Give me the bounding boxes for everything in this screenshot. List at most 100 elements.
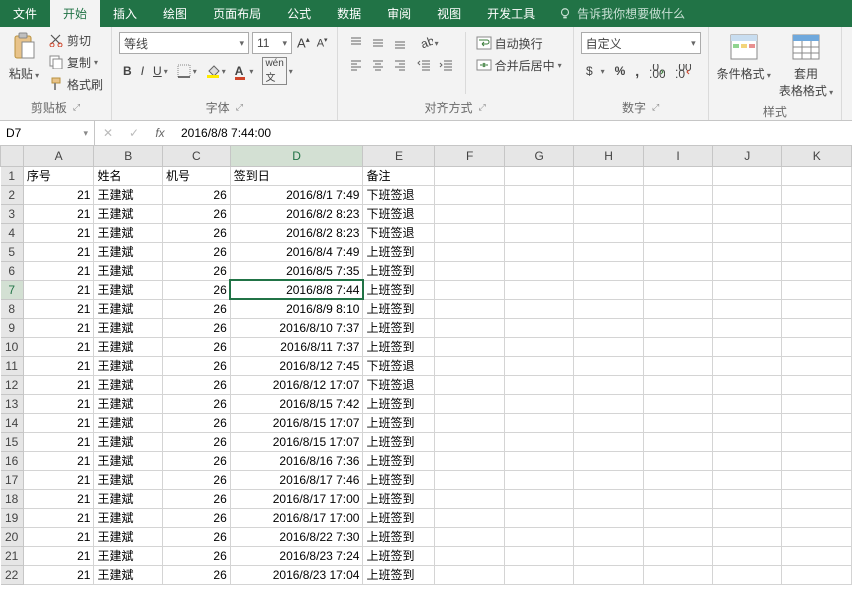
cell[interactable] <box>504 451 574 470</box>
cell[interactable]: 机号 <box>162 166 230 185</box>
cell[interactable]: 2016/8/15 17:07 <box>230 432 363 451</box>
cell[interactable]: 26 <box>162 185 230 204</box>
cell[interactable] <box>504 318 574 337</box>
cell[interactable] <box>782 394 852 413</box>
clipboard-dialog-icon[interactable]: ⤢ <box>73 102 80 113</box>
cell[interactable] <box>504 394 574 413</box>
cell[interactable]: 王建斌 <box>94 223 162 242</box>
cell[interactable] <box>713 261 782 280</box>
wrap-text-button[interactable]: 自动换行 <box>472 32 566 54</box>
cell[interactable] <box>713 470 782 489</box>
cell[interactable] <box>504 261 574 280</box>
cell[interactable] <box>574 185 643 204</box>
orientation-button[interactable]: ab▾ <box>415 32 459 54</box>
cell[interactable] <box>713 280 782 299</box>
cell[interactable]: 2016/8/23 7:24 <box>230 546 363 565</box>
cell[interactable] <box>782 299 852 318</box>
cell[interactable]: 21 <box>23 242 94 261</box>
col-header-B[interactable]: B <box>94 146 162 166</box>
cell[interactable]: 签到日 <box>230 166 363 185</box>
cell[interactable] <box>504 204 574 223</box>
cell[interactable] <box>504 432 574 451</box>
cell[interactable] <box>713 166 782 185</box>
format-painter-button[interactable]: 格式刷 <box>44 73 107 95</box>
cell[interactable] <box>782 223 852 242</box>
cell[interactable] <box>643 432 712 451</box>
cell[interactable] <box>435 508 504 527</box>
cell[interactable] <box>643 166 712 185</box>
font-name-combo[interactable]: 等线▾ <box>119 32 249 54</box>
cell[interactable]: 王建斌 <box>94 432 162 451</box>
cell[interactable]: 26 <box>162 261 230 280</box>
col-header-I[interactable]: I <box>643 146 712 166</box>
col-header-G[interactable]: G <box>504 146 574 166</box>
align-top-button[interactable] <box>345 32 367 54</box>
cell[interactable]: 2016/8/11 7:37 <box>230 337 363 356</box>
cell[interactable] <box>435 565 504 584</box>
col-header-H[interactable]: H <box>574 146 643 166</box>
cell[interactable]: 26 <box>162 508 230 527</box>
cell[interactable] <box>643 527 712 546</box>
insert-function-button[interactable]: fx <box>147 123 173 143</box>
tab-home[interactable]: 开始 <box>50 0 100 27</box>
cell[interactable] <box>782 242 852 261</box>
cell[interactable] <box>574 413 643 432</box>
cell[interactable] <box>504 470 574 489</box>
cell[interactable]: 2016/8/4 7:49 <box>230 242 363 261</box>
cell[interactable] <box>574 261 643 280</box>
increase-indent-button[interactable] <box>437 54 459 76</box>
cell[interactable] <box>643 280 712 299</box>
cell[interactable]: 王建斌 <box>94 508 162 527</box>
cell[interactable] <box>782 527 852 546</box>
border-button[interactable]: ▾ <box>173 60 201 82</box>
row-header-2[interactable]: 2 <box>1 185 24 204</box>
cell[interactable] <box>435 451 504 470</box>
cell[interactable] <box>435 527 504 546</box>
decrease-font-button[interactable]: A▾ <box>315 32 330 54</box>
cell[interactable]: 王建斌 <box>94 451 162 470</box>
cell[interactable]: 26 <box>162 565 230 584</box>
cell[interactable]: 21 <box>23 413 94 432</box>
tab-draw[interactable]: 绘图 <box>150 0 200 27</box>
name-box[interactable]: D7▾ <box>0 121 95 145</box>
cell[interactable] <box>574 432 643 451</box>
cell[interactable]: 王建斌 <box>94 261 162 280</box>
row-header-1[interactable]: 1 <box>1 166 24 185</box>
cell[interactable]: 王建斌 <box>94 394 162 413</box>
cell[interactable]: 王建斌 <box>94 299 162 318</box>
tab-insert[interactable]: 插入 <box>100 0 150 27</box>
cell[interactable] <box>713 565 782 584</box>
cell[interactable]: 21 <box>23 261 94 280</box>
cell[interactable]: 21 <box>23 356 94 375</box>
cell[interactable]: 2016/8/23 17:04 <box>230 565 363 584</box>
cell[interactable] <box>435 375 504 394</box>
cell[interactable] <box>782 356 852 375</box>
cell[interactable] <box>713 242 782 261</box>
cell[interactable] <box>435 299 504 318</box>
cell[interactable]: 2016/8/12 17:07 <box>230 375 363 394</box>
cell[interactable]: 21 <box>23 375 94 394</box>
align-center-button[interactable] <box>367 54 389 76</box>
cell[interactable] <box>643 375 712 394</box>
tab-view[interactable]: 视图 <box>424 0 474 27</box>
format-as-table-button[interactable]: 套用表格格式 ▾ <box>775 29 837 101</box>
cell[interactable]: 王建斌 <box>94 546 162 565</box>
cancel-formula-button[interactable]: ✕ <box>95 123 121 143</box>
cell[interactable]: 上班签到 <box>363 394 435 413</box>
cell[interactable] <box>574 394 643 413</box>
cell[interactable] <box>713 432 782 451</box>
conditional-format-button[interactable]: 条件格式 ▾ <box>713 29 775 101</box>
cell[interactable]: 26 <box>162 394 230 413</box>
cell[interactable] <box>574 299 643 318</box>
cell[interactable] <box>713 527 782 546</box>
increase-font-button[interactable]: A▴ <box>295 32 312 54</box>
cell[interactable]: 26 <box>162 527 230 546</box>
cell[interactable] <box>713 223 782 242</box>
cell[interactable] <box>435 489 504 508</box>
accounting-format-button[interactable]: $▾ <box>581 60 609 82</box>
cell[interactable]: 2016/8/16 7:36 <box>230 451 363 470</box>
cell[interactable]: 26 <box>162 451 230 470</box>
cell[interactable]: 下班签退 <box>363 356 435 375</box>
col-header-J[interactable]: J <box>713 146 782 166</box>
cell[interactable]: 26 <box>162 356 230 375</box>
